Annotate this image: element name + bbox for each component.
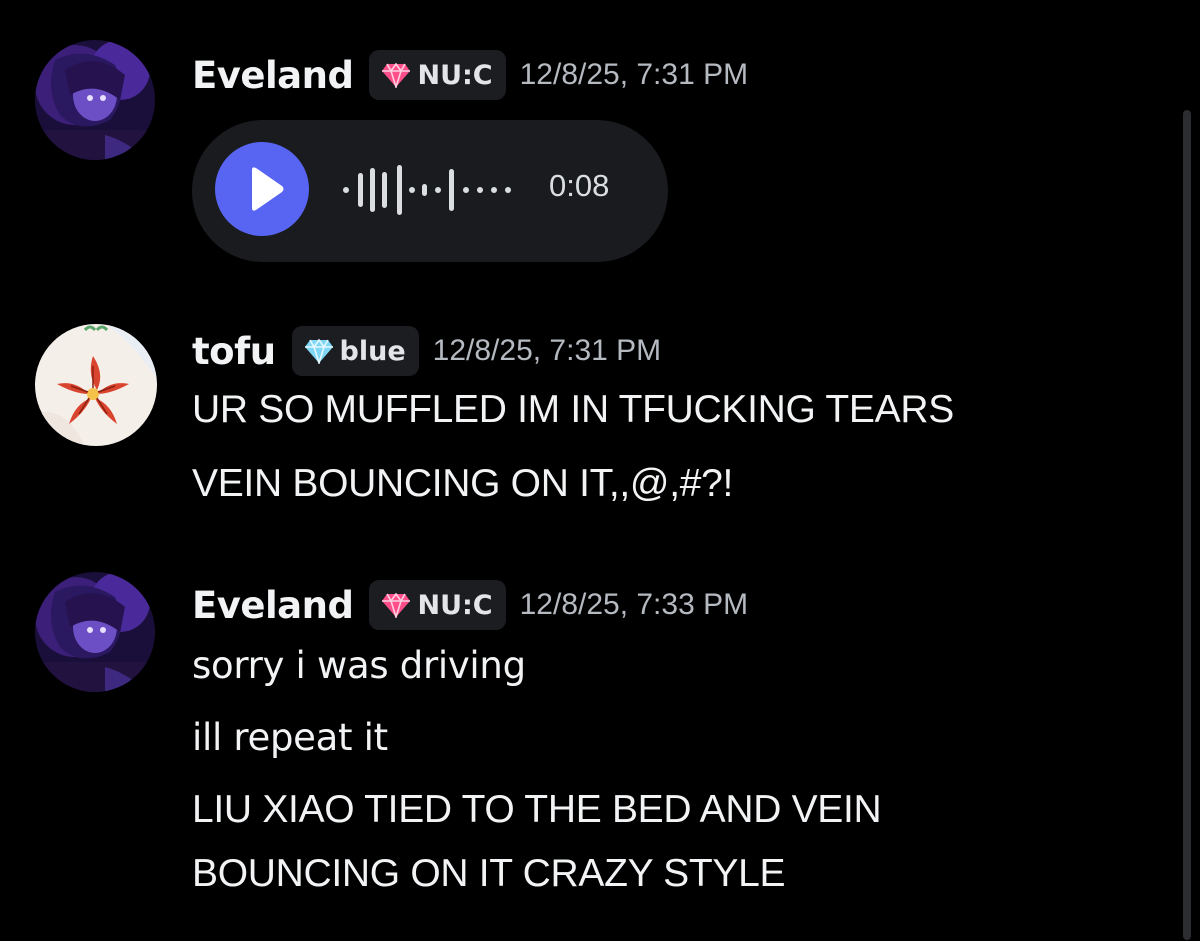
pink-gem-icon <box>382 592 411 618</box>
play-button[interactable] <box>215 142 309 236</box>
message-header: Eveland NU:C 12/8/25, 7:33 PM <box>192 578 748 632</box>
voice-duration: 0:08 <box>549 168 610 203</box>
server-tag[interactable]: NU:C <box>369 50 506 100</box>
tag-label: blue <box>339 335 406 367</box>
server-tag[interactable]: NU:C <box>369 580 506 630</box>
avatar-image <box>35 324 157 446</box>
avatar-tofu[interactable] <box>35 324 157 446</box>
waveform[interactable] <box>342 160 522 220</box>
message-text-line: LIU XIAO TIED TO THE BED AND VEIN <box>192 788 882 831</box>
avatar-image <box>35 40 155 160</box>
message-header: Eveland NU:C 12/8/25, 7:31 PM <box>192 48 748 102</box>
avatar-image <box>35 572 155 692</box>
tag-label: NU:C <box>417 59 493 91</box>
blue-diamond-icon <box>304 338 333 364</box>
scrollbar[interactable] <box>1183 110 1191 940</box>
username[interactable]: tofu <box>192 330 276 373</box>
message-text-line: BOUNCING ON IT CRAZY STYLE <box>192 852 786 895</box>
username[interactable]: Eveland <box>192 584 354 627</box>
message-text-line: ill repeat it <box>192 716 388 759</box>
message-2: tofu blue 12/8/25, 7:31 PM UR SO MUFFLED… <box>0 300 1180 540</box>
avatar-eveland[interactable] <box>35 40 155 160</box>
message-header: tofu blue 12/8/25, 7:31 PM <box>192 324 661 378</box>
timestamp: 12/8/25, 7:31 PM <box>519 58 749 91</box>
voice-message: 0:08 <box>192 120 668 262</box>
timestamp: 12/8/25, 7:31 PM <box>432 334 662 367</box>
server-tag[interactable]: blue <box>291 326 419 376</box>
message-1: Eveland NU:C 12/8/25, 7:31 PM 0:08 <box>0 0 1180 280</box>
avatar-eveland[interactable] <box>35 572 155 692</box>
message-text-line: VEIN BOUNCING ON IT,,@,#?! <box>192 462 734 505</box>
username[interactable]: Eveland <box>192 54 354 97</box>
message-text-line: sorry i was driving <box>192 644 526 687</box>
timestamp: 12/8/25, 7:33 PM <box>519 588 749 621</box>
tag-label: NU:C <box>417 589 493 621</box>
pink-gem-icon <box>382 62 411 88</box>
message-text-line: UR SO MUFFLED IM IN TFUCKING TEARS <box>192 388 954 431</box>
play-icon <box>252 167 284 211</box>
message-3: Eveland NU:C 12/8/25, 7:33 PM sorry i wa… <box>0 560 1180 941</box>
